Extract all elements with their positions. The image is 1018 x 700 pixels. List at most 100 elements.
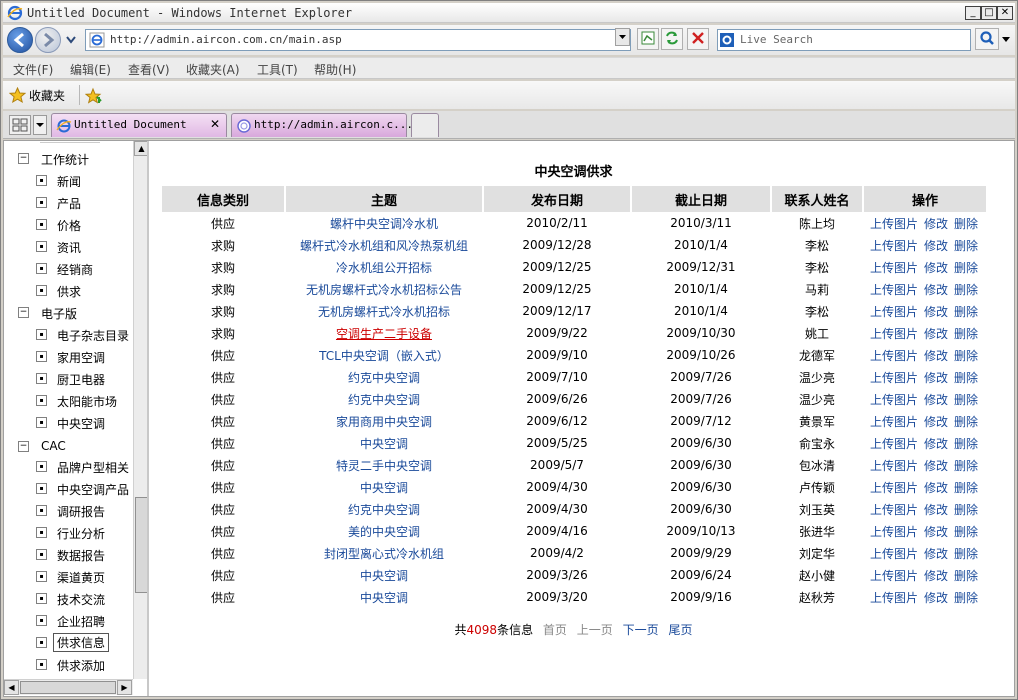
upload-image-link[interactable]: 上传图片 — [870, 283, 918, 297]
delete-link[interactable]: 删除 — [954, 459, 978, 473]
upload-image-link[interactable]: 上传图片 — [870, 547, 918, 561]
delete-link[interactable]: 删除 — [954, 569, 978, 583]
tree-item-supply-add[interactable]: ▪ 供求添加 — [36, 655, 134, 675]
tree-item-solar[interactable]: ▪ 太阳能市场 — [36, 391, 134, 411]
upload-image-link[interactable]: 上传图片 — [870, 437, 918, 451]
delete-link[interactable]: 删除 — [954, 393, 978, 407]
cell-subject-link[interactable]: 家用商用中央空调 — [286, 410, 482, 432]
upload-image-link[interactable]: 上传图片 — [870, 217, 918, 231]
cell-subject-link[interactable]: 螺杆式冷水机组和风冷热泵机组 — [286, 234, 482, 256]
tree-item-supply[interactable]: ▪ 供求 — [36, 281, 134, 301]
tree-item-emagazine[interactable]: ▪ 电子杂志目录 — [36, 325, 134, 345]
address-dropdown-button[interactable] — [615, 28, 630, 46]
tree-item-products[interactable]: ▪ 产品 — [36, 193, 134, 213]
scroll-right-icon[interactable]: ▶ — [117, 680, 132, 695]
edit-link[interactable]: 修改 — [924, 503, 948, 517]
compatibility-view-button[interactable] — [637, 28, 659, 50]
close-window-button[interactable]: ✕ — [997, 6, 1013, 20]
menu-view[interactable]: 查看(V) — [128, 61, 170, 78]
nav-horizontal-scrollbar[interactable]: ◀ ▶ — [4, 679, 133, 695]
menu-favorites[interactable]: 收藏夹(A) — [186, 61, 240, 78]
cell-subject-link[interactable]: 无机房螺杆式冷水机招标公告 — [286, 278, 482, 300]
tree-group-cac[interactable]: − CAC — [18, 437, 134, 457]
delete-link[interactable]: 删除 — [954, 503, 978, 517]
edit-link[interactable]: 修改 — [924, 327, 948, 341]
scroll-thumb[interactable] — [135, 497, 147, 593]
tab-close-icon[interactable]: ✕ — [210, 117, 220, 131]
favorites-star-icon[interactable] — [9, 87, 26, 104]
edit-link[interactable]: 修改 — [924, 415, 948, 429]
upload-image-link[interactable]: 上传图片 — [870, 415, 918, 429]
edit-link[interactable]: 修改 — [924, 371, 948, 385]
collapse-toggle-icon[interactable]: − — [18, 153, 29, 164]
cell-subject-link[interactable]: 封闭型离心式冷水机组 — [286, 542, 482, 564]
stop-button[interactable] — [687, 28, 709, 50]
upload-image-link[interactable]: 上传图片 — [870, 481, 918, 495]
add-favorite-icon[interactable] — [85, 87, 103, 105]
upload-image-link[interactable]: 上传图片 — [870, 371, 918, 385]
tab-admin-aircon[interactable]: http://admin.aircon.c... — [231, 113, 413, 137]
edit-link[interactable]: 修改 — [924, 459, 948, 473]
tab-untitled-document[interactable]: Untitled Document ✕ — [51, 113, 227, 137]
upload-image-link[interactable]: 上传图片 — [870, 261, 918, 275]
scroll-left-icon[interactable]: ◀ — [4, 680, 19, 695]
collapse-toggle-icon[interactable]: − — [18, 307, 29, 318]
cell-subject-link[interactable]: 特灵二手中央空调 — [286, 454, 482, 476]
upload-image-link[interactable]: 上传图片 — [870, 459, 918, 473]
menu-edit[interactable]: 编辑(E) — [70, 61, 111, 78]
edit-link[interactable]: 修改 — [924, 239, 948, 253]
address-bar[interactable]: http://admin.aircon.com.cn/main.asp — [85, 29, 631, 51]
delete-link[interactable]: 删除 — [954, 217, 978, 231]
cell-subject-link[interactable]: 中央空调 — [286, 476, 482, 498]
upload-image-link[interactable]: 上传图片 — [870, 591, 918, 605]
delete-link[interactable]: 删除 — [954, 239, 978, 253]
tree-item-data-report[interactable]: ▪ 数据报告 — [36, 545, 134, 565]
delete-link[interactable]: 删除 — [954, 371, 978, 385]
delete-link[interactable]: 删除 — [954, 261, 978, 275]
delete-link[interactable]: 删除 — [954, 481, 978, 495]
tree-item-kitchen[interactable]: ▪ 厨卫电器 — [36, 369, 134, 389]
upload-image-link[interactable]: 上传图片 — [870, 349, 918, 363]
upload-image-link[interactable]: 上传图片 — [870, 569, 918, 583]
cell-subject-link[interactable]: 约克中央空调 — [286, 366, 482, 388]
quick-tabs-button[interactable] — [9, 115, 31, 135]
edit-link[interactable]: 修改 — [924, 437, 948, 451]
cell-subject-link[interactable]: TCL中央空调（嵌入式） — [286, 344, 482, 366]
tree-item-cac-products[interactable]: ▪ 中央空调产品 — [36, 479, 134, 499]
cell-subject-link[interactable]: 约克中央空调 — [286, 388, 482, 410]
prev-page-link[interactable]: 上一页 — [577, 623, 613, 637]
menu-file[interactable]: 文件(F) — [13, 61, 53, 78]
delete-link[interactable]: 删除 — [954, 349, 978, 363]
upload-image-link[interactable]: 上传图片 — [870, 327, 918, 341]
delete-link[interactable]: 删除 — [954, 591, 978, 605]
tree-item-info[interactable]: ▪ 资讯 — [36, 237, 134, 257]
tree-item-supply-info[interactable]: ▪ 供求信息 — [36, 633, 134, 653]
menu-help[interactable]: 帮助(H) — [314, 61, 356, 78]
new-tab-button[interactable] — [411, 113, 439, 137]
cell-subject-link[interactable]: 中央空调 — [286, 432, 482, 454]
scroll-up-icon[interactable]: ▲ — [134, 141, 147, 156]
delete-link[interactable]: 删除 — [954, 283, 978, 297]
tree-item-news[interactable]: ▪ 新闻 — [36, 171, 134, 191]
delete-link[interactable]: 删除 — [954, 525, 978, 539]
forward-button[interactable] — [35, 27, 61, 53]
edit-link[interactable]: 修改 — [924, 217, 948, 231]
next-page-link[interactable]: 下一页 — [623, 623, 659, 637]
edit-link[interactable]: 修改 — [924, 283, 948, 297]
tree-item-home-ac[interactable]: ▪ 家用空调 — [36, 347, 134, 367]
minimize-button[interactable]: _ — [965, 6, 981, 20]
cell-subject-link[interactable]: 空调生产二手设备 — [286, 322, 482, 344]
edit-link[interactable]: 修改 — [924, 547, 948, 561]
edit-link[interactable]: 修改 — [924, 481, 948, 495]
upload-image-link[interactable]: 上传图片 — [870, 393, 918, 407]
maximize-button[interactable]: □ — [981, 6, 997, 20]
search-button[interactable] — [975, 28, 999, 50]
search-options-icon[interactable] — [1001, 36, 1011, 44]
tree-item-jobs[interactable]: ▪ 企业招聘 — [36, 611, 134, 631]
delete-link[interactable]: 删除 — [954, 547, 978, 561]
edit-link[interactable]: 修改 — [924, 525, 948, 539]
tree-item-brand[interactable]: ▪ 品牌户型相关 — [36, 457, 134, 477]
upload-image-link[interactable]: 上传图片 — [870, 305, 918, 319]
history-dropdown-icon[interactable] — [65, 35, 77, 45]
scroll-thumb[interactable] — [20, 681, 116, 694]
